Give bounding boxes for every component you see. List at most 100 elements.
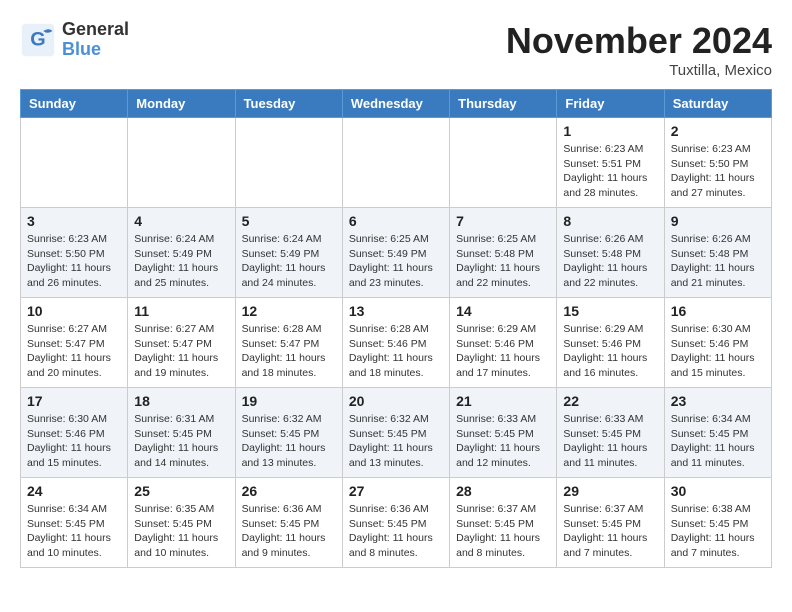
table-cell: 29 Sunrise: 6:37 AM Sunset: 5:45 PM Dayli… [557,478,664,568]
logo-text: General Blue [62,20,129,60]
table-cell: 4 Sunrise: 6:24 AM Sunset: 5:49 PM Daylig… [128,208,235,298]
day-info: Sunrise: 6:29 AM Sunset: 5:46 PM Dayligh… [563,322,657,381]
table-cell: 14 Sunrise: 6:29 AM Sunset: 5:46 PM Dayli… [450,298,557,388]
day-number: 14 [456,303,550,319]
day-number: 18 [134,393,228,409]
logo-icon: G [20,22,56,58]
day-number: 15 [563,303,657,319]
table-cell: 2 Sunrise: 6:23 AM Sunset: 5:50 PM Daylig… [664,118,771,208]
day-info: Sunrise: 6:28 AM Sunset: 5:47 PM Dayligh… [242,322,336,381]
table-cell [21,118,128,208]
day-number: 2 [671,123,765,139]
col-thursday: Thursday [450,90,557,118]
col-sunday: Sunday [21,90,128,118]
day-info: Sunrise: 6:28 AM Sunset: 5:46 PM Dayligh… [349,322,443,381]
table-cell: 20 Sunrise: 6:32 AM Sunset: 5:45 PM Dayli… [342,388,449,478]
week-row-5: 24 Sunrise: 6:34 AM Sunset: 5:45 PM Dayli… [21,478,772,568]
week-row-2: 3 Sunrise: 6:23 AM Sunset: 5:50 PM Daylig… [21,208,772,298]
day-number: 25 [134,483,228,499]
day-number: 26 [242,483,336,499]
week-row-4: 17 Sunrise: 6:30 AM Sunset: 5:46 PM Dayli… [21,388,772,478]
table-cell [342,118,449,208]
day-number: 1 [563,123,657,139]
day-info: Sunrise: 6:32 AM Sunset: 5:45 PM Dayligh… [349,412,443,471]
day-info: Sunrise: 6:37 AM Sunset: 5:45 PM Dayligh… [456,502,550,561]
table-cell: 1 Sunrise: 6:23 AM Sunset: 5:51 PM Daylig… [557,118,664,208]
table-cell: 3 Sunrise: 6:23 AM Sunset: 5:50 PM Daylig… [21,208,128,298]
day-number: 29 [563,483,657,499]
table-cell: 9 Sunrise: 6:26 AM Sunset: 5:48 PM Daylig… [664,208,771,298]
week-row-1: 1 Sunrise: 6:23 AM Sunset: 5:51 PM Daylig… [21,118,772,208]
week-row-3: 10 Sunrise: 6:27 AM Sunset: 5:47 PM Dayli… [21,298,772,388]
day-number: 21 [456,393,550,409]
table-cell: 11 Sunrise: 6:27 AM Sunset: 5:47 PM Dayli… [128,298,235,388]
day-number: 12 [242,303,336,319]
col-monday: Monday [128,90,235,118]
day-info: Sunrise: 6:35 AM Sunset: 5:45 PM Dayligh… [134,502,228,561]
day-number: 30 [671,483,765,499]
day-number: 13 [349,303,443,319]
table-cell: 12 Sunrise: 6:28 AM Sunset: 5:47 PM Dayli… [235,298,342,388]
table-cell: 8Sunrise: 6:26 AM Sunset: 5:48 PM Daylig… [557,208,664,298]
day-info: Sunrise: 6:29 AM Sunset: 5:46 PM Dayligh… [456,322,550,381]
col-wednesday: Wednesday [342,90,449,118]
day-info: Sunrise: 6:25 AM Sunset: 5:48 PM Dayligh… [456,232,550,291]
table-cell [128,118,235,208]
day-info: Sunrise: 6:24 AM Sunset: 5:49 PM Dayligh… [242,232,336,291]
day-info: Sunrise: 6:27 AM Sunset: 5:47 PM Dayligh… [27,322,121,381]
day-number: 11 [134,303,228,319]
day-info: Sunrise: 6:32 AM Sunset: 5:45 PM Dayligh… [242,412,336,471]
logo-blue: Blue [62,39,101,59]
table-cell: 22Sunrise: 6:33 AM Sunset: 5:45 PM Dayli… [557,388,664,478]
day-info: Sunrise: 6:36 AM Sunset: 5:45 PM Dayligh… [349,502,443,561]
table-cell: 26 Sunrise: 6:36 AM Sunset: 5:45 PM Dayli… [235,478,342,568]
day-number: 4 [134,213,228,229]
day-number: 5 [242,213,336,229]
day-info: Sunrise: 6:24 AM Sunset: 5:49 PM Dayligh… [134,232,228,291]
table-cell: 16 Sunrise: 6:30 AM Sunset: 5:46 PM Dayli… [664,298,771,388]
table-cell: 28 Sunrise: 6:37 AM Sunset: 5:45 PM Dayli… [450,478,557,568]
table-cell: 6Sunrise: 6:25 AM Sunset: 5:49 PM Daylig… [342,208,449,298]
day-info: Sunrise: 6:26 AM Sunset: 5:48 PM Dayligh… [671,232,765,291]
day-number: 22 [563,393,657,409]
day-info: Sunrise: 6:23 AM Sunset: 5:50 PM Dayligh… [27,232,121,291]
day-number: 28 [456,483,550,499]
day-number: 7 [456,213,550,229]
location: Tuxtilla, Mexico [506,62,772,79]
table-cell: 30 Sunrise: 6:38 AM Sunset: 5:45 PM Dayli… [664,478,771,568]
calendar: Sunday Monday Tuesday Wednesday Thursday… [20,89,772,568]
day-number: 23 [671,393,765,409]
day-info: Sunrise: 6:23 AM Sunset: 5:51 PM Dayligh… [563,142,657,201]
day-number: 16 [671,303,765,319]
col-tuesday: Tuesday [235,90,342,118]
day-number: 20 [349,393,443,409]
page-header: G General Blue November 2024 Tuxtilla, M… [20,20,772,79]
day-number: 27 [349,483,443,499]
day-info: Sunrise: 6:26 AM Sunset: 5:48 PM Dayligh… [563,232,657,291]
day-info: Sunrise: 6:38 AM Sunset: 5:45 PM Dayligh… [671,502,765,561]
table-cell [450,118,557,208]
day-number: 17 [27,393,121,409]
logo: G General Blue [20,20,129,60]
day-info: Sunrise: 6:23 AM Sunset: 5:50 PM Dayligh… [671,142,765,201]
day-info: Sunrise: 6:30 AM Sunset: 5:46 PM Dayligh… [671,322,765,381]
day-number: 9 [671,213,765,229]
table-cell: 23 Sunrise: 6:34 AM Sunset: 5:45 PM Dayli… [664,388,771,478]
col-friday: Friday [557,90,664,118]
day-info: Sunrise: 6:36 AM Sunset: 5:45 PM Dayligh… [242,502,336,561]
logo-general: General [62,19,129,39]
day-info: Sunrise: 6:34 AM Sunset: 5:45 PM Dayligh… [27,502,121,561]
table-cell: 13 Sunrise: 6:28 AM Sunset: 5:46 PM Dayli… [342,298,449,388]
day-number: 10 [27,303,121,319]
day-number: 24 [27,483,121,499]
weekday-header-row: Sunday Monday Tuesday Wednesday Thursday… [21,90,772,118]
day-info: Sunrise: 6:37 AM Sunset: 5:45 PM Dayligh… [563,502,657,561]
day-number: 3 [27,213,121,229]
day-info: Sunrise: 6:27 AM Sunset: 5:47 PM Dayligh… [134,322,228,381]
day-number: 19 [242,393,336,409]
table-cell: 21Sunrise: 6:33 AM Sunset: 5:45 PM Dayli… [450,388,557,478]
month-title: November 2024 [506,20,772,62]
table-cell: 17 Sunrise: 6:30 AM Sunset: 5:46 PM Dayli… [21,388,128,478]
day-info: Sunrise: 6:30 AM Sunset: 5:46 PM Dayligh… [27,412,121,471]
day-info: Sunrise: 6:34 AM Sunset: 5:45 PM Dayligh… [671,412,765,471]
